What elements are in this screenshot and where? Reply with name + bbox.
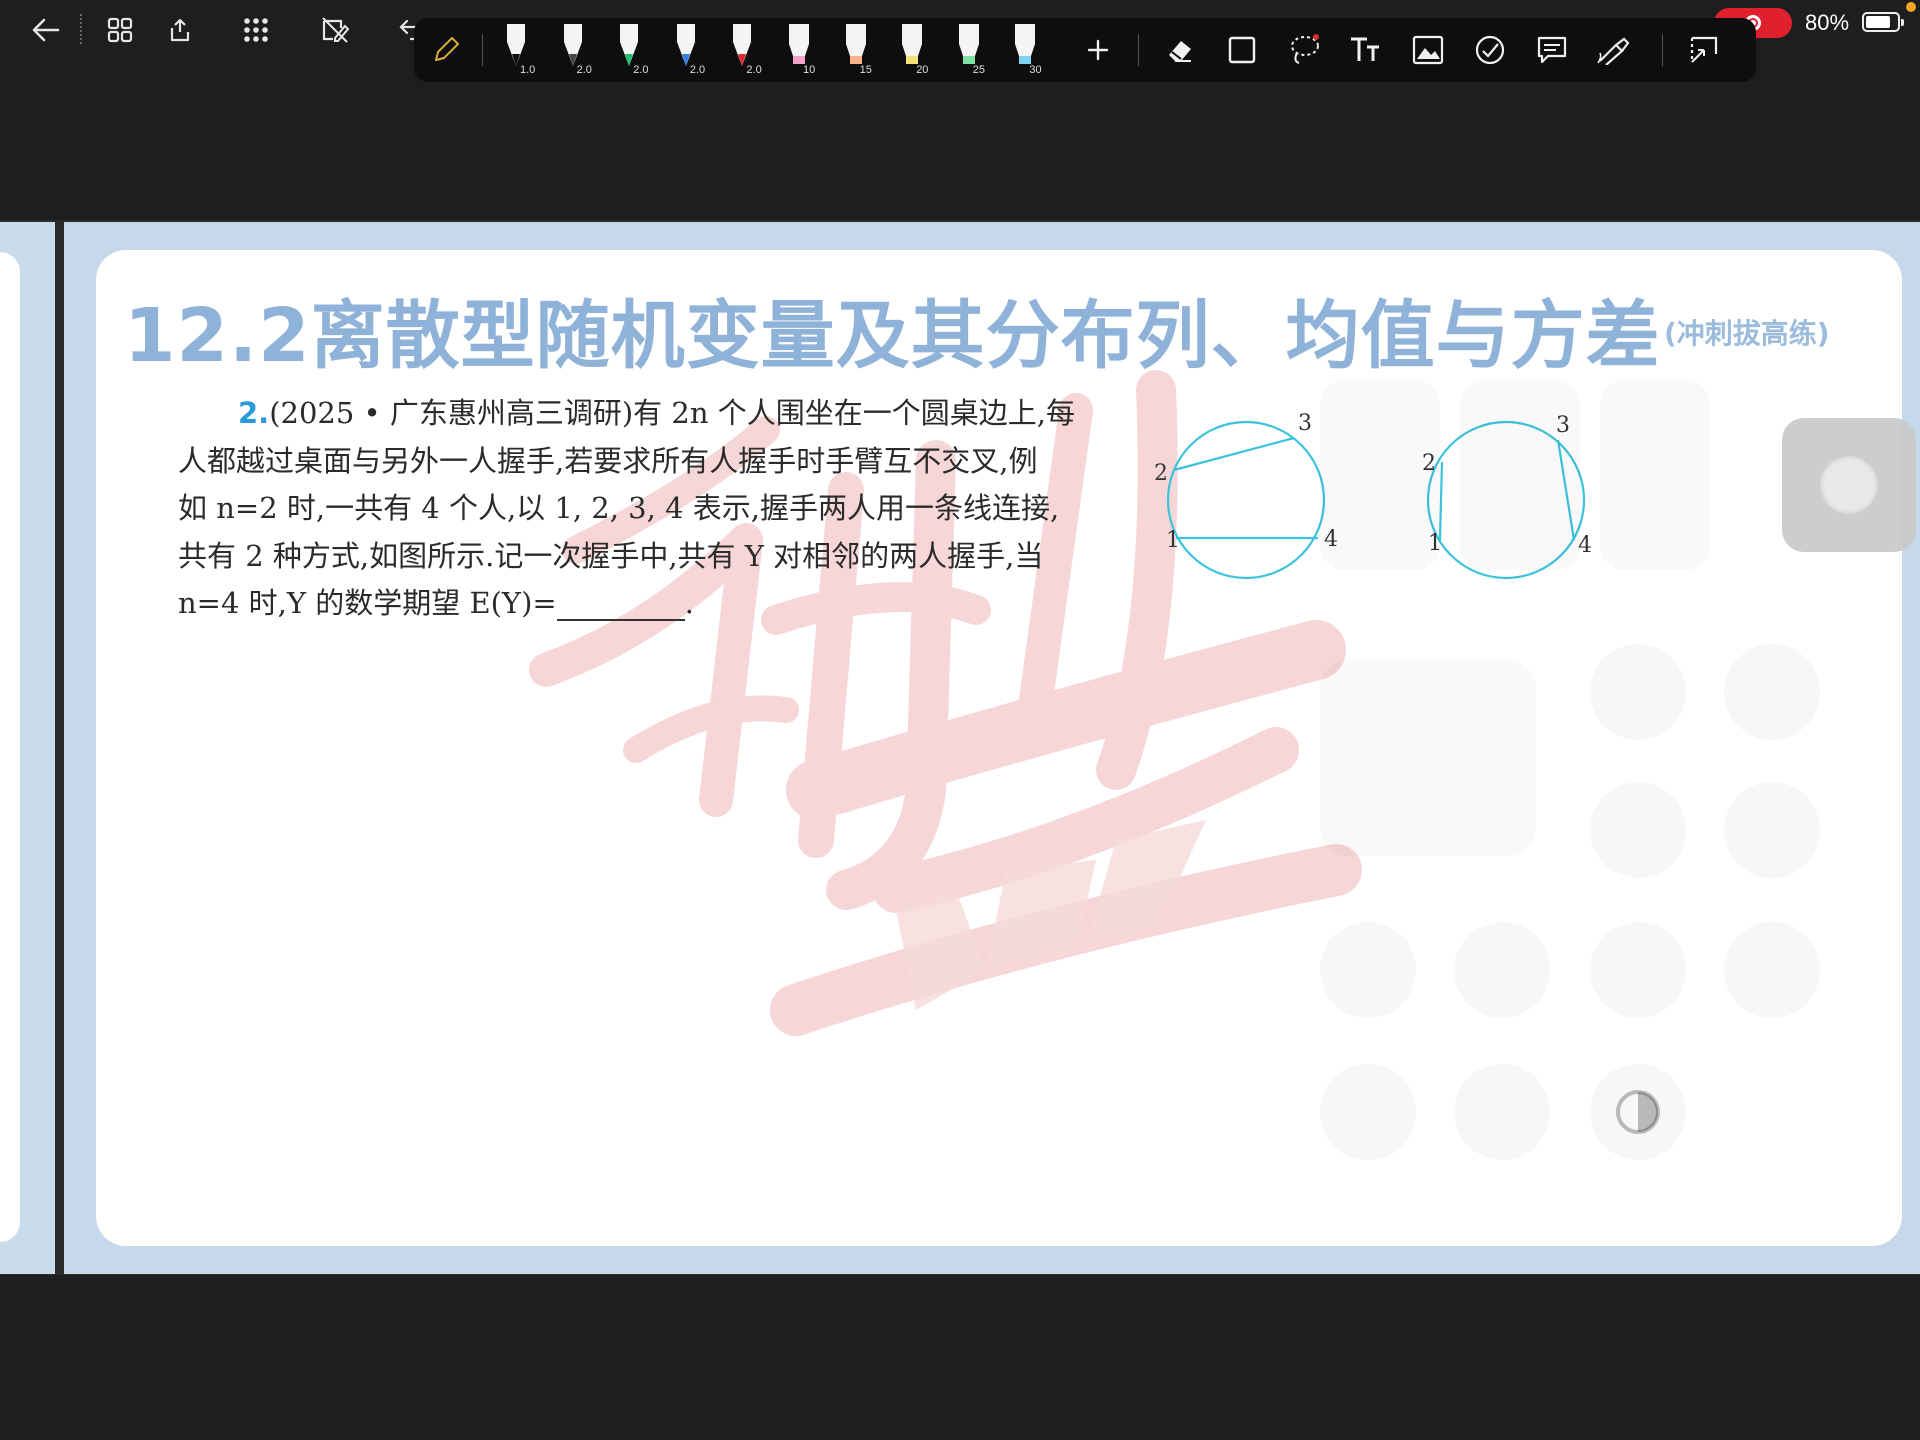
problem-line-4: 共有 2 种方式,如图所示.记一次握手中,共有 Y 对相邻的两人握手,当 (178, 538, 1044, 573)
handshake-figure-1: 1 2 3 4 (1154, 411, 1338, 580)
problem-line-5-end: . (684, 586, 694, 620)
pen-size-label: 2.0 (746, 64, 762, 76)
control-center-tile[interactable] (1320, 660, 1536, 856)
edit-off-icon[interactable] (316, 10, 356, 50)
black-pen-icon[interactable]: 1.0 (498, 22, 536, 78)
control-button[interactable] (1590, 782, 1686, 878)
notification-dot (1906, 2, 1916, 12)
battery-widget-icon[interactable] (1590, 922, 1686, 1018)
laser-pointer-icon[interactable] (1596, 32, 1632, 68)
pen-size-label: 30 (1029, 64, 1042, 76)
sticker-icon[interactable] (1472, 32, 1508, 68)
add-icon[interactable] (1080, 32, 1116, 68)
control-button[interactable] (1454, 1064, 1550, 1160)
pen-size-label: 10 (803, 64, 816, 76)
rotation-lock-icon[interactable] (1724, 644, 1820, 740)
pen-size-label: 15 (859, 64, 872, 76)
gray-pen-icon[interactable]: 2.0 (555, 22, 592, 78)
pen-size-label: 20 (916, 64, 929, 76)
pen-size-label: 1.0 (520, 64, 536, 76)
peach-highlighter-icon[interactable]: 15 (838, 22, 874, 78)
pen-size-label: 2.0 (689, 64, 706, 76)
problem-line-5: n=4 时,Y 的数学期望 E(Y)= (178, 586, 557, 620)
problem-number: 2. (238, 396, 270, 430)
pink-highlighter-icon[interactable]: 10 (781, 22, 817, 78)
control-button[interactable] (1590, 644, 1686, 740)
control-button[interactable] (1454, 922, 1550, 1018)
fig1-label-2: 2 (1154, 461, 1168, 486)
control-button[interactable] (1320, 922, 1416, 1018)
battery-fill (1866, 16, 1890, 28)
page-subtitle: (冲刺拔高练) (1664, 317, 1830, 350)
separator (482, 34, 483, 66)
crop-icon[interactable] (1686, 32, 1722, 68)
answer-blank[interactable] (556, 589, 685, 621)
problem-line-3: 如 n=2 时,一共有 4 个人,以 1, 2, 3, 4 表示,握手两人用一条… (178, 491, 1060, 525)
control-center-tile[interactable] (1320, 380, 1440, 570)
comment-icon[interactable] (1534, 32, 1570, 68)
battery-percent: 80% (1805, 10, 1850, 35)
page-title: 12.2离散型随机变量及其分布列、均值与方差 (124, 293, 1661, 379)
control-center-tile[interactable] (1460, 380, 1580, 570)
fig2-label-4: 4 (1578, 533, 1592, 558)
pen-size-label: 2.0 (576, 64, 592, 76)
separator (1662, 34, 1663, 66)
cyan-highlighter-icon[interactable]: 30 (1007, 22, 1043, 78)
export-icon[interactable] (160, 10, 200, 50)
fig1-label-3: 3 (1298, 411, 1312, 436)
apps-icon[interactable] (236, 10, 276, 50)
red-pen-icon[interactable]: 2.0 (724, 22, 762, 78)
battery-icon (1862, 12, 1904, 32)
pen-toolbar: 1.0 2.0 2.0 2.0 2.0 10 15 20 25 30 (414, 18, 1756, 82)
pen-size-label: 2.0 (633, 64, 649, 76)
pen-size-label: 25 (972, 64, 986, 76)
green-pen-icon[interactable]: 2.0 (611, 22, 649, 78)
yellow-highlighter-icon[interactable]: 20 (894, 22, 930, 78)
text-icon[interactable] (1348, 32, 1384, 68)
blue-pen-icon[interactable]: 2.0 (668, 22, 706, 78)
screen-record-button-icon[interactable] (1320, 1064, 1416, 1160)
previous-page[interactable] (0, 222, 55, 1274)
control-center-tile[interactable] (1600, 380, 1710, 570)
dark-mode-icon[interactable] (1590, 1064, 1686, 1160)
eraser-icon[interactable] (1162, 32, 1198, 68)
grid-view-icon[interactable] (100, 10, 140, 50)
separator (80, 14, 83, 44)
back-arrow-icon[interactable] (26, 10, 66, 50)
green-highlighter-icon[interactable]: 25 (951, 22, 987, 78)
shape-icon[interactable] (1224, 32, 1260, 68)
problem-line-1: (2025 • 广东惠州高三调研)有 2n 个人围坐在一个圆桌边上,每 (269, 396, 1075, 430)
image-icon[interactable] (1410, 32, 1446, 68)
fig1-label-1: 1 (1166, 528, 1180, 553)
problem-text: 2.(2025 • 广东惠州高三调研)有 2n 个人围坐在一个圆桌边上,每 人都… (178, 390, 1158, 628)
assistive-touch-button[interactable] (1782, 418, 1916, 552)
bluetooth-pencil-icon[interactable] (428, 32, 464, 68)
problem-line-2: 人都越过桌面与另外一人握手,若要求所有人握手时手臂互不交叉,例 (178, 443, 1038, 478)
control-button[interactable] (1724, 922, 1820, 1018)
lasso-icon[interactable] (1286, 32, 1322, 68)
control-button[interactable] (1724, 782, 1820, 878)
separator (1138, 34, 1139, 66)
